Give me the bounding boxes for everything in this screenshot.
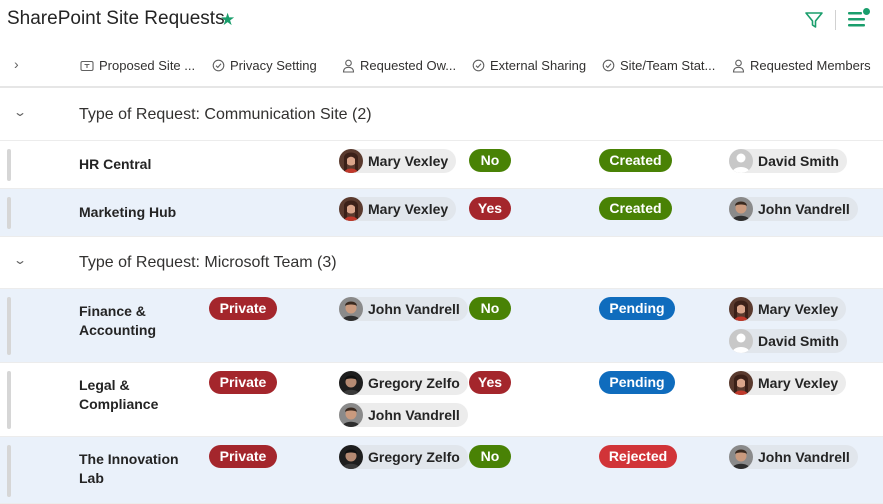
table-row[interactable]: Legal & Compliance Private Gregory Zelfo… bbox=[0, 363, 883, 437]
group-label: Type of Request: Microsoft Team (3) bbox=[79, 254, 337, 271]
choice-circle-icon bbox=[472, 59, 485, 72]
row-selector[interactable] bbox=[7, 197, 11, 229]
owner-chip[interactable]: John Vandrell bbox=[339, 403, 468, 427]
column-header-label: Proposed Site ... bbox=[99, 58, 196, 73]
owner-chip[interactable]: Gregory Zelfo bbox=[339, 371, 468, 395]
status-badge[interactable]: Pending bbox=[599, 371, 675, 394]
person-icon bbox=[732, 59, 745, 73]
privacy-badge[interactable]: Private bbox=[209, 445, 277, 468]
column-header-privacy[interactable]: Privacy Setting bbox=[212, 58, 317, 73]
avatar bbox=[729, 445, 753, 469]
member-chip[interactable]: John Vandrell bbox=[729, 197, 858, 221]
site-title[interactable]: Marketing Hub bbox=[79, 203, 199, 222]
group-header-communication-site[interactable]: ⌄ Type of Request: Communication Site (2… bbox=[0, 89, 883, 141]
column-header-label: Requested Ow... bbox=[360, 58, 457, 73]
person-name: John Vandrell bbox=[758, 449, 850, 465]
group-header-microsoft-team[interactable]: ⌄ Type of Request: Microsoft Team (3) bbox=[0, 237, 883, 289]
person-name: Mary Vexley bbox=[368, 153, 449, 169]
owner-chip[interactable]: Mary Vexley bbox=[339, 149, 457, 173]
column-header-label: Requested Members bbox=[750, 58, 871, 73]
filter-icon[interactable] bbox=[804, 10, 824, 30]
column-header-proposed-site[interactable]: Proposed Site ... bbox=[80, 58, 195, 73]
toolbar-divider bbox=[835, 10, 836, 30]
site-title[interactable]: The Innovation Lab bbox=[79, 450, 199, 488]
privacy-badge[interactable]: Private bbox=[209, 297, 277, 320]
person-name: David Smith bbox=[758, 333, 839, 349]
row-selector[interactable] bbox=[7, 149, 11, 181]
member-chip[interactable]: John Vandrell bbox=[729, 445, 858, 469]
avatar bbox=[339, 371, 363, 395]
person-name: Gregory Zelfo bbox=[368, 375, 460, 391]
column-header-label: Site/Team Stat... bbox=[620, 58, 716, 73]
top-bar: SharePoint Site Requests ★ bbox=[0, 0, 883, 42]
column-header-row: › Proposed Site ... Privacy Setting Requ… bbox=[0, 44, 883, 88]
avatar bbox=[339, 297, 363, 321]
group-label: Type of Request: Communication Site (2) bbox=[79, 106, 372, 123]
column-header-label: Privacy Setting bbox=[230, 58, 317, 73]
external-sharing-badge[interactable]: No bbox=[469, 297, 511, 320]
row-selector[interactable] bbox=[7, 297, 11, 355]
notification-dot bbox=[863, 8, 870, 15]
member-chip[interactable]: David Smith bbox=[729, 329, 847, 353]
status-badge[interactable]: Created bbox=[599, 197, 672, 220]
owner-chip[interactable]: Mary Vexley bbox=[339, 197, 457, 221]
avatar bbox=[729, 197, 753, 221]
status-badge[interactable]: Created bbox=[599, 149, 672, 172]
row-selector[interactable] bbox=[7, 445, 11, 497]
status-badge[interactable]: Pending bbox=[599, 297, 675, 320]
member-chip[interactable]: Mary Vexley bbox=[729, 297, 847, 321]
external-sharing-badge[interactable]: No bbox=[469, 445, 511, 468]
site-title[interactable]: Legal & Compliance bbox=[79, 376, 199, 414]
person-name: Mary Vexley bbox=[758, 301, 839, 317]
external-sharing-badge[interactable]: Yes bbox=[469, 371, 511, 394]
owner-chip[interactable]: John Vandrell bbox=[339, 297, 468, 321]
site-title[interactable]: HR Central bbox=[79, 155, 199, 174]
person-name: Gregory Zelfo bbox=[368, 449, 460, 465]
person-icon bbox=[342, 59, 355, 73]
choice-circle-icon bbox=[602, 59, 615, 72]
member-chip[interactable]: David Smith bbox=[729, 149, 847, 173]
avatar bbox=[339, 149, 363, 173]
star-icon[interactable]: ★ bbox=[220, 10, 235, 30]
table-row[interactable]: The Innovation Lab Private Gregory Zelfo… bbox=[0, 437, 883, 504]
table-row[interactable]: Finance & Accounting Private John Vandre… bbox=[0, 289, 883, 363]
avatar bbox=[339, 445, 363, 469]
person-name: John Vandrell bbox=[368, 407, 460, 423]
member-chip[interactable]: Mary Vexley bbox=[729, 371, 847, 395]
column-header-site-status[interactable]: Site/Team Stat... bbox=[602, 58, 715, 73]
table-row[interactable]: Marketing Hub Mary Vexley Yes Created Jo… bbox=[0, 189, 883, 237]
person-name: John Vandrell bbox=[368, 301, 460, 317]
chevron-right-icon[interactable]: › bbox=[14, 56, 19, 72]
row-selector[interactable] bbox=[7, 371, 11, 429]
avatar bbox=[339, 197, 363, 221]
avatar bbox=[729, 149, 753, 173]
list-title: SharePoint Site Requests bbox=[7, 8, 225, 29]
external-sharing-badge[interactable]: No bbox=[469, 149, 511, 172]
privacy-badge[interactable]: Private bbox=[209, 371, 277, 394]
choice-circle-icon bbox=[212, 59, 225, 72]
avatar bbox=[729, 371, 753, 395]
site-title[interactable]: Finance & Accounting bbox=[79, 302, 199, 340]
external-sharing-badge[interactable]: Yes bbox=[469, 197, 511, 220]
avatar bbox=[729, 329, 753, 353]
avatar bbox=[339, 403, 363, 427]
text-field-icon bbox=[80, 60, 94, 71]
column-header-external-sharing[interactable]: External Sharing bbox=[472, 58, 586, 73]
chevron-down-icon[interactable]: ⌄ bbox=[13, 253, 27, 267]
person-name: John Vandrell bbox=[758, 201, 850, 217]
status-badge[interactable]: Rejected bbox=[599, 445, 677, 468]
table-row[interactable]: HR Central Mary Vexley No Created David … bbox=[0, 141, 883, 189]
person-name: Mary Vexley bbox=[368, 201, 449, 217]
person-name: Mary Vexley bbox=[758, 375, 839, 391]
column-header-label: External Sharing bbox=[490, 58, 587, 73]
column-header-requested-members[interactable]: Requested Members bbox=[732, 58, 871, 73]
owner-chip[interactable]: Gregory Zelfo bbox=[339, 445, 468, 469]
column-header-requested-owners[interactable]: Requested Ow... bbox=[342, 58, 456, 73]
chevron-down-icon[interactable]: ⌄ bbox=[13, 105, 27, 119]
person-name: David Smith bbox=[758, 153, 839, 169]
avatar bbox=[729, 297, 753, 321]
